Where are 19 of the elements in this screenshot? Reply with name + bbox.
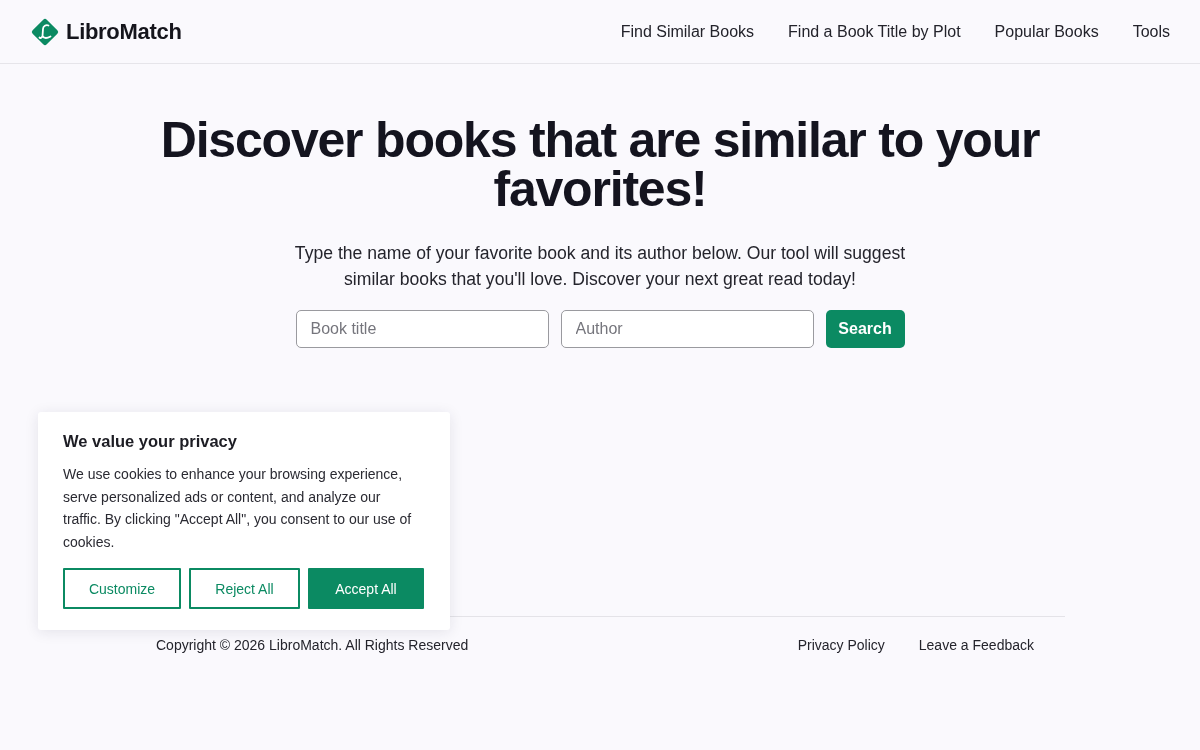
hero-description: Type the name of your favorite book and its author below. Our tool will suggest similar books that you'll love. Discover your next great read today! bbox=[293, 242, 907, 291]
nav-link[interactable]: Popular Books bbox=[994, 22, 1099, 41]
nav-link[interactable]: Tools bbox=[1132, 22, 1170, 41]
logo[interactable]: LibroMatch bbox=[30, 16, 182, 47]
accept-button[interactable]: Accept All bbox=[308, 568, 424, 609]
search-input[interactable]: Book title bbox=[295, 310, 549, 348]
footer-link[interactable]: Leave a Feedback bbox=[918, 636, 1034, 653]
brand-name: LibroMatch bbox=[66, 18, 182, 45]
footer-link[interactable]: Privacy Policy bbox=[797, 636, 885, 653]
hero-title: Discover books that are similar to your favorites! bbox=[159, 116, 1041, 214]
copyright-text: Copyright © 2026 LibroMatch. All Rights Reserved bbox=[156, 636, 469, 653]
nav-link[interactable]: Find Similar Books bbox=[620, 22, 755, 41]
search-input[interactable]: Author bbox=[560, 310, 814, 348]
cookie-option-button[interactable]: Reject All bbox=[189, 568, 300, 609]
nav-link[interactable]: Find a Book Title by Plot bbox=[788, 22, 961, 41]
cookie-option-button[interactable]: Customize bbox=[63, 568, 181, 609]
search-button[interactable]: Search bbox=[825, 310, 905, 348]
cookie-banner-title: We value your privacy bbox=[63, 432, 238, 451]
cookie-banner-text: We use cookies to enhance your browsing experience, serve personalized ads or content, and analyze our traffic. By clicking "Accept All", you consent to our use of cookies. bbox=[63, 465, 413, 552]
